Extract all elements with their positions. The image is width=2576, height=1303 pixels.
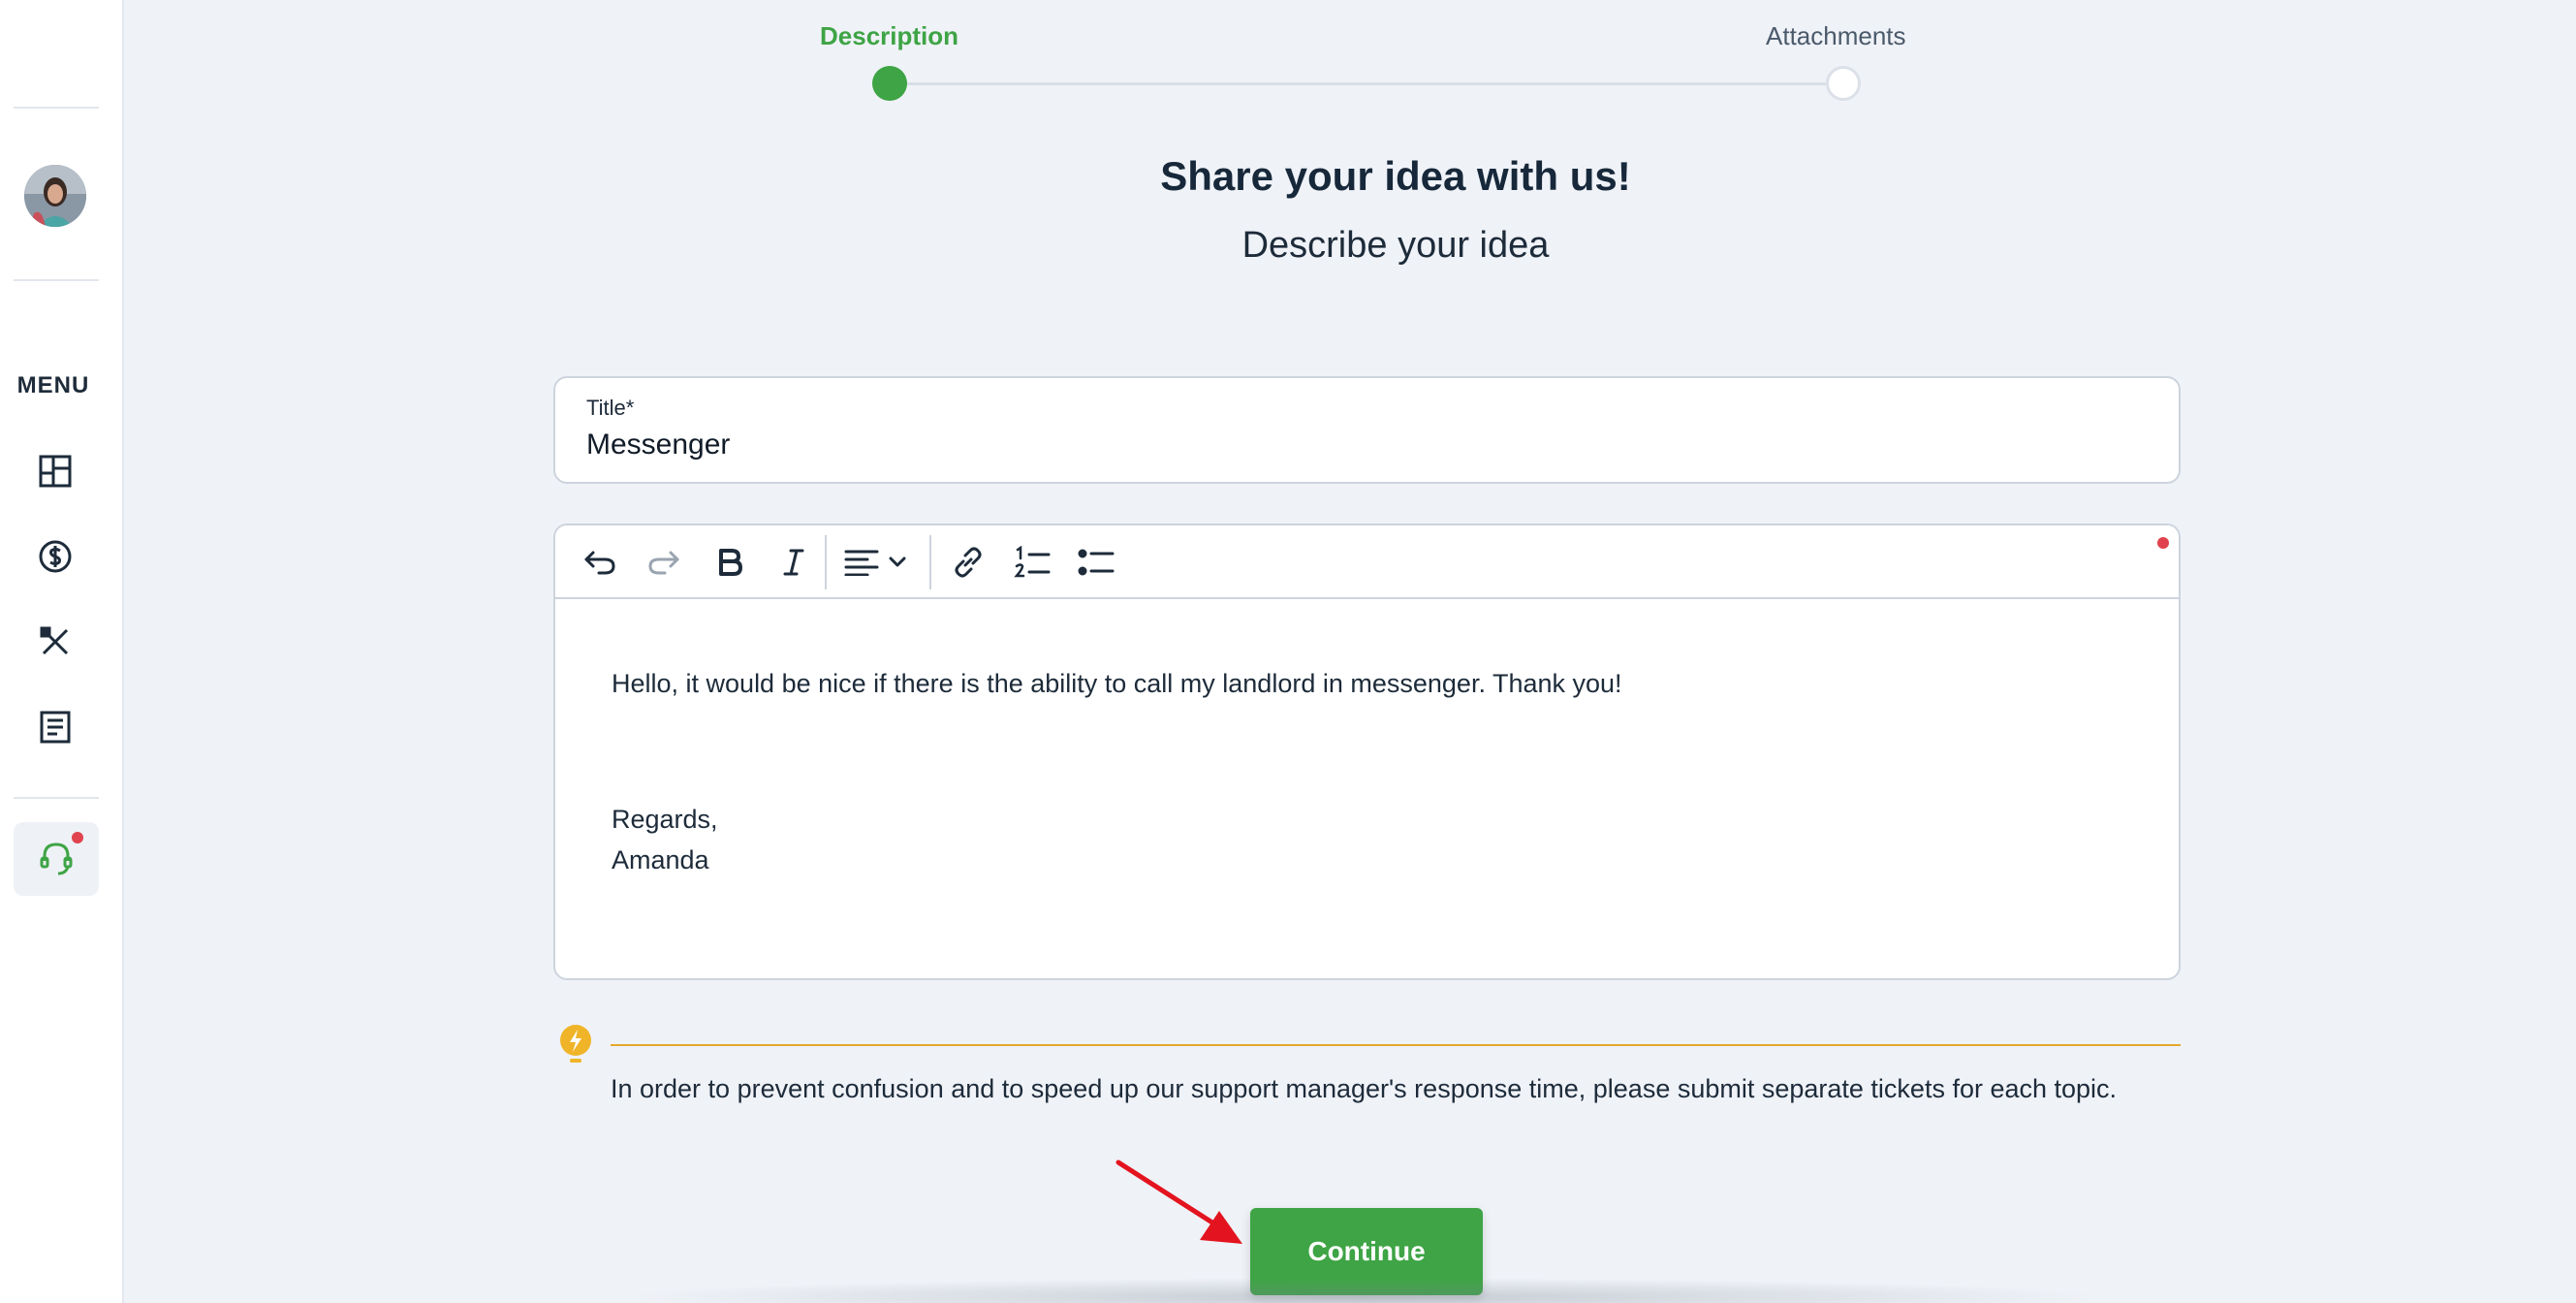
headset-icon bbox=[40, 842, 73, 875]
editor-paragraph: Regards, bbox=[612, 805, 718, 834]
sidebar-divider bbox=[14, 107, 99, 109]
bold-button[interactable] bbox=[705, 539, 755, 586]
sidebar: MENU bbox=[0, 0, 124, 1303]
step-attachments-dot[interactable] bbox=[1826, 66, 1861, 101]
stepper-track bbox=[890, 82, 1843, 85]
dollar-circle-icon bbox=[39, 540, 72, 573]
title-field[interactable]: Title* bbox=[553, 376, 2181, 484]
sidebar-item-payments[interactable] bbox=[32, 533, 79, 580]
page-title: Share your idea with us! bbox=[1160, 153, 1631, 199]
chevron-down-icon bbox=[889, 556, 906, 567]
required-indicator-dot bbox=[2157, 537, 2169, 549]
step-description-dot[interactable] bbox=[872, 66, 907, 101]
editor-toolbar bbox=[555, 525, 2179, 599]
title-field-label: Title* bbox=[586, 396, 635, 420]
tools-icon bbox=[40, 626, 69, 655]
description-editor[interactable]: Hello, it would be nice if there is the … bbox=[553, 524, 2181, 980]
italic-icon bbox=[783, 549, 804, 576]
editor-paragraph: Amanda bbox=[612, 845, 709, 874]
page-subtitle: Describe your idea bbox=[1241, 225, 1550, 266]
redo-button[interactable] bbox=[639, 539, 689, 586]
tip-text: In order to prevent confusion and to spe… bbox=[611, 1074, 2118, 1103]
sidebar-item-documents[interactable] bbox=[32, 704, 79, 750]
footer-shadow bbox=[620, 1278, 2113, 1303]
redo-icon bbox=[648, 551, 679, 575]
sidebar-divider bbox=[14, 797, 99, 799]
tip-divider bbox=[611, 1044, 2181, 1046]
sidebar-item-support[interactable] bbox=[14, 822, 99, 896]
step-description-label[interactable]: Description bbox=[820, 21, 958, 51]
document-icon bbox=[40, 711, 71, 744]
avatar[interactable] bbox=[24, 165, 86, 227]
lightbulb-icon bbox=[560, 1025, 591, 1063]
ordered-list-icon bbox=[1014, 546, 1051, 578]
annotation-arrow-icon bbox=[1115, 1160, 1242, 1244]
sidebar-divider bbox=[14, 279, 99, 281]
bullet-list-button[interactable] bbox=[1071, 539, 1121, 586]
align-left-icon bbox=[844, 550, 879, 576]
toolbar-divider bbox=[929, 535, 931, 589]
undo-icon bbox=[584, 551, 615, 575]
link-icon bbox=[955, 547, 982, 578]
align-dropdown[interactable] bbox=[836, 539, 914, 586]
italic-button[interactable] bbox=[769, 539, 819, 586]
sidebar-item-dashboard[interactable] bbox=[32, 448, 79, 494]
menu-label: MENU bbox=[16, 372, 90, 398]
link-button[interactable] bbox=[943, 539, 993, 586]
step-attachments-label[interactable]: Attachments bbox=[1766, 21, 1906, 51]
editor-content[interactable]: Hello, it would be nice if there is the … bbox=[612, 599, 2140, 978]
undo-button[interactable] bbox=[575, 539, 625, 586]
bold-icon bbox=[719, 549, 742, 576]
editor-paragraph: Hello, it would be nice if there is the … bbox=[612, 669, 1622, 698]
title-input[interactable] bbox=[586, 429, 2137, 461]
toolbar-divider bbox=[825, 535, 827, 589]
bullet-list-icon bbox=[1078, 549, 1115, 576]
sidebar-item-maintenance[interactable] bbox=[32, 619, 79, 665]
ordered-list-button[interactable] bbox=[1007, 539, 1057, 586]
notification-dot bbox=[72, 832, 83, 843]
dashboard-icon bbox=[39, 455, 72, 488]
